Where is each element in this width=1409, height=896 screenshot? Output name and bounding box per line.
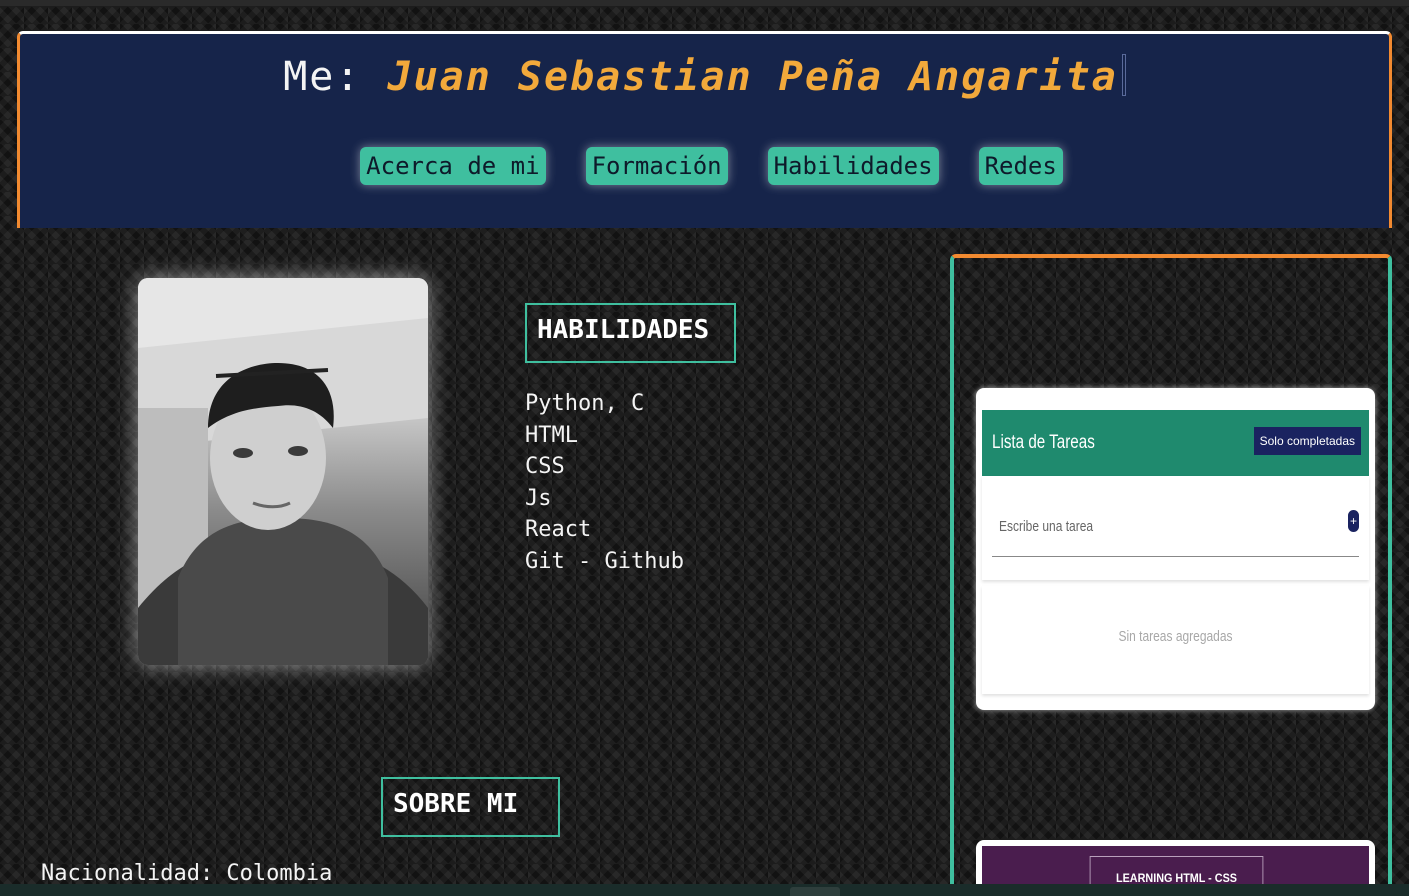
skill-item: HTML (525, 422, 578, 448)
title-name: Juan Sebastian Peña Angarita (387, 54, 1118, 100)
nav-redes[interactable]: Redes (978, 147, 1063, 185)
nationality-text: Nacionalidad: Colombia (41, 861, 333, 886)
skill-item: React (525, 517, 592, 543)
filter-completed-button: Solo completadas (1253, 427, 1361, 455)
todo-input-row: Escribe una tarea + (982, 476, 1369, 580)
skill-item: Js (525, 485, 552, 511)
typing-cursor (1121, 54, 1126, 96)
todo-title: Lista de Tareas (992, 432, 1095, 453)
nav-acerca-de-mi[interactable]: Acerca de mi (360, 147, 546, 185)
scroll-thumb[interactable] (790, 887, 840, 896)
skill-item: CSS (525, 454, 565, 480)
todo-empty-message: Sin tareas agregadas (1118, 628, 1233, 645)
window-top-strip (0, 0, 1409, 6)
title-prefix: Me: (283, 54, 388, 100)
todo-input-placeholder: Escribe una tarea (999, 518, 1094, 535)
todo-header-bar: Lista de Tareas Solo completadas (982, 410, 1369, 476)
about-heading: SOBRE MI (381, 777, 560, 837)
main-nav: Acerca de mi Formación Habilidades Redes (20, 147, 1389, 185)
profile-photo (138, 278, 428, 665)
site-header: Me: Juan Sebastian Peña Angarita Acerca … (17, 31, 1392, 228)
todo-input-underline (992, 556, 1359, 557)
bottom-scroll-bar[interactable] (0, 884, 1409, 896)
skills-heading: HABILIDADES (525, 303, 736, 363)
todo-empty-area: Sin tareas agregadas (982, 586, 1369, 694)
add-task-icon: + (1348, 510, 1359, 532)
skill-item: Git - Github (525, 548, 684, 574)
project-card-todo[interactable]: Lista de Tareas Solo completadas Escribe… (976, 388, 1375, 710)
skill-item: Python, C (525, 391, 645, 416)
skills-list: Python, C HTML CSS Js React Git - Github (525, 388, 684, 578)
nav-habilidades[interactable]: Habilidades (767, 147, 939, 185)
page-title: Me: Juan Sebastian Peña Angarita (20, 54, 1389, 100)
profile-photo-image (138, 278, 428, 665)
nav-formacion[interactable]: Formación (585, 147, 728, 185)
